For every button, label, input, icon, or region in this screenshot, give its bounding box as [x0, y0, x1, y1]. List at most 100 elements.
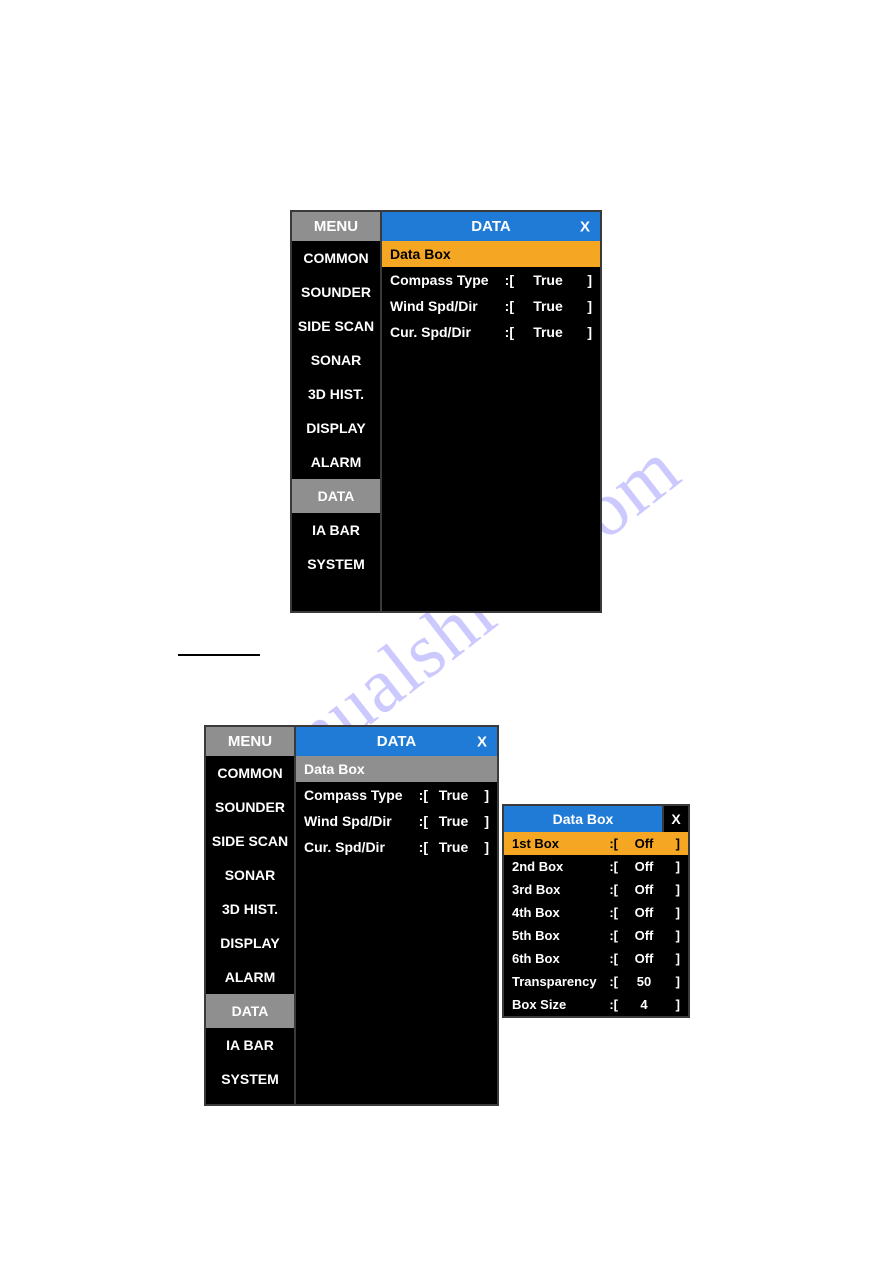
sidebar-item-sonar[interactable]: SONAR: [206, 858, 294, 892]
setting-value: True: [428, 813, 479, 829]
sidebar: MENU COMMONSOUNDERSIDE SCANSONAR3D HIST.…: [206, 727, 296, 1104]
databox-value: Off: [618, 951, 670, 966]
sidebar-header: MENU: [292, 212, 380, 241]
setting-label: Cur. Spd/Dir: [304, 839, 414, 855]
bracket-close: ]: [670, 997, 680, 1012]
sidebar-item-data[interactable]: DATA: [206, 994, 294, 1028]
setting-label: Wind Spd/Dir: [390, 298, 500, 314]
popup-title: Data Box: [504, 806, 662, 832]
databox-row[interactable]: Transparency:[50]: [504, 970, 688, 993]
setting-row[interactable]: Cur. Spd/Dir:[True]: [382, 319, 600, 345]
sidebar: MENU COMMONSOUNDERSIDE SCANSONAR3D HIST.…: [292, 212, 382, 611]
sidebar-item-ia-bar[interactable]: IA BAR: [206, 1028, 294, 1062]
bracket-open: :[: [414, 787, 428, 803]
setting-value: True: [514, 298, 582, 314]
sidebar-item-common[interactable]: COMMON: [292, 241, 380, 275]
databox-row[interactable]: 2nd Box:[Off]: [504, 855, 688, 878]
sidebar-header: MENU: [206, 727, 294, 756]
databox-value: Off: [618, 882, 670, 897]
sidebar-item-3d-hist-[interactable]: 3D HIST.: [206, 892, 294, 926]
bracket-open: :[: [414, 839, 428, 855]
databox-label: 6th Box: [512, 951, 604, 966]
setting-value: True: [514, 272, 582, 288]
bracket-close: ]: [479, 813, 489, 829]
bracket-close: ]: [670, 928, 680, 943]
setting-label: Wind Spd/Dir: [304, 813, 414, 829]
bracket-close: ]: [670, 882, 680, 897]
section-header-databox[interactable]: Data Box: [296, 756, 497, 782]
bracket-open: :[: [604, 997, 618, 1012]
bracket-close: ]: [670, 974, 680, 989]
bracket-close: ]: [670, 951, 680, 966]
sidebar-item-side-scan[interactable]: SIDE SCAN: [206, 824, 294, 858]
databox-row[interactable]: 4th Box:[Off]: [504, 901, 688, 924]
sidebar-item-sounder[interactable]: SOUNDER: [206, 790, 294, 824]
sidebar-item-side-scan[interactable]: SIDE SCAN: [292, 309, 380, 343]
section-header-label: Data Box: [390, 246, 500, 262]
main-title: DATA: [304, 733, 489, 750]
bracket-open: :[: [414, 813, 428, 829]
databox-row[interactable]: 5th Box:[Off]: [504, 924, 688, 947]
sidebar-item-alarm[interactable]: ALARM: [292, 445, 380, 479]
sidebar-item-system[interactable]: SYSTEM: [292, 547, 380, 581]
sidebar-item-display[interactable]: DISPLAY: [206, 926, 294, 960]
setting-row[interactable]: Wind Spd/Dir:[True]: [296, 808, 497, 834]
sidebar-item-display[interactable]: DISPLAY: [292, 411, 380, 445]
bracket-close: ]: [479, 787, 489, 803]
databox-label: Transparency: [512, 974, 604, 989]
databox-label: 1st Box: [512, 836, 604, 851]
settings-window-1: MENU COMMONSOUNDERSIDE SCANSONAR3D HIST.…: [290, 210, 602, 613]
bracket-open: :[: [604, 859, 618, 874]
databox-label: 3rd Box: [512, 882, 604, 897]
sidebar-item-sounder[interactable]: SOUNDER: [292, 275, 380, 309]
bracket-open: :[: [604, 928, 618, 943]
main-header: DATA X: [382, 212, 600, 241]
bracket-open: :[: [604, 905, 618, 920]
bracket-open: :[: [604, 951, 618, 966]
databox-popup: Data Box X 1st Box:[Off]2nd Box:[Off]3rd…: [502, 804, 690, 1018]
underline-marker: [178, 654, 260, 656]
main-panel: DATA X Data Box Compass Type:[True]Wind …: [382, 212, 600, 611]
sidebar-item-system[interactable]: SYSTEM: [206, 1062, 294, 1096]
setting-row[interactable]: Wind Spd/Dir:[True]: [382, 293, 600, 319]
bracket-close: ]: [670, 905, 680, 920]
setting-value: True: [428, 839, 479, 855]
main-title: DATA: [390, 218, 592, 235]
sidebar-item-data[interactable]: DATA: [292, 479, 380, 513]
databox-row[interactable]: Box Size:[4]: [504, 993, 688, 1016]
bracket-open: :[: [500, 324, 514, 340]
main-panel: DATA X Data Box Compass Type:[True]Wind …: [296, 727, 497, 1104]
databox-label: 2nd Box: [512, 859, 604, 874]
close-button[interactable]: X: [477, 733, 487, 750]
close-button[interactable]: X: [580, 218, 590, 235]
popup-close-button[interactable]: X: [662, 806, 688, 832]
databox-row[interactable]: 6th Box:[Off]: [504, 947, 688, 970]
bracket-close: ]: [582, 272, 592, 288]
bracket-close: ]: [582, 324, 592, 340]
bracket-close: ]: [479, 839, 489, 855]
setting-row[interactable]: Compass Type:[True]: [382, 267, 600, 293]
sidebar-item-sonar[interactable]: SONAR: [292, 343, 380, 377]
setting-row[interactable]: Cur. Spd/Dir:[True]: [296, 834, 497, 860]
setting-label: Compass Type: [390, 272, 500, 288]
databox-value: Off: [618, 836, 670, 851]
databox-row[interactable]: 1st Box:[Off]: [504, 832, 688, 855]
databox-value: 50: [618, 974, 670, 989]
sidebar-item-alarm[interactable]: ALARM: [206, 960, 294, 994]
databox-label: Box Size: [512, 997, 604, 1012]
bracket-open: :[: [604, 882, 618, 897]
bracket-close: ]: [582, 298, 592, 314]
bracket-open: :[: [500, 298, 514, 314]
sidebar-item-ia-bar[interactable]: IA BAR: [292, 513, 380, 547]
main-header: DATA X: [296, 727, 497, 756]
section-header-databox[interactable]: Data Box: [382, 241, 600, 267]
bracket-close: ]: [670, 859, 680, 874]
sidebar-item-3d-hist-[interactable]: 3D HIST.: [292, 377, 380, 411]
databox-row[interactable]: 3rd Box:[Off]: [504, 878, 688, 901]
setting-row[interactable]: Compass Type:[True]: [296, 782, 497, 808]
bracket-open: :[: [604, 836, 618, 851]
sidebar-item-common[interactable]: COMMON: [206, 756, 294, 790]
databox-value: 4: [618, 997, 670, 1012]
databox-label: 4th Box: [512, 905, 604, 920]
settings-window-2: MENU COMMONSOUNDERSIDE SCANSONAR3D HIST.…: [204, 725, 499, 1106]
